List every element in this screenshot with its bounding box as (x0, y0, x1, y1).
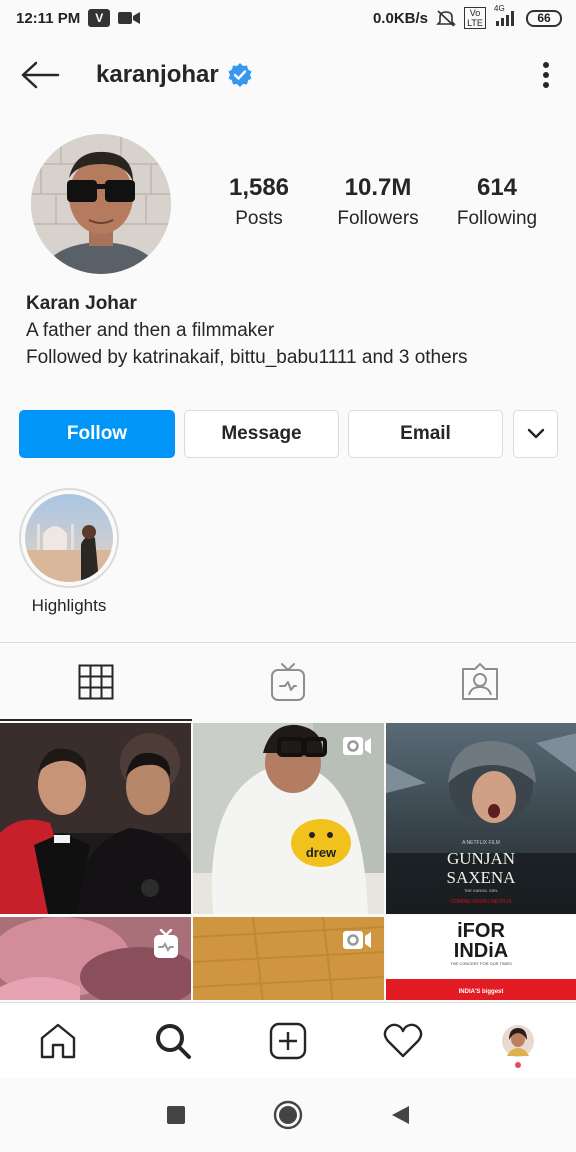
more-options-button[interactable] (534, 55, 558, 95)
poster-title-line-2: SAXENA (447, 868, 517, 887)
posts-count: 1,586 (228, 174, 290, 201)
profile-actions: Follow Message Email (19, 410, 559, 458)
poster-title-line-1: iFOR (457, 920, 505, 942)
heart-icon (383, 1023, 423, 1057)
suggested-accounts-button[interactable] (513, 410, 558, 458)
igtv-icon (271, 663, 305, 701)
chevron-down-icon (527, 428, 544, 439)
mute-icon (436, 9, 456, 27)
posts-label: Posts (235, 208, 283, 229)
battery-icon: 66 (526, 9, 562, 27)
nav-search[interactable] (115, 1003, 230, 1078)
status-left: 12:11 PM V (16, 9, 141, 27)
verified-icon (227, 62, 253, 88)
followers-stat[interactable]: 10.7M Followers (318, 174, 438, 230)
recents-icon (167, 1106, 185, 1124)
follow-button[interactable]: Follow (19, 410, 175, 458)
nav-home[interactable] (0, 1003, 115, 1078)
followed-by-users: katrinakaif, bittu_babu1111 (132, 347, 357, 368)
back-button-system[interactable] (376, 1091, 424, 1139)
recents-button[interactable] (152, 1091, 200, 1139)
post-tile[interactable]: A NETFLIX FILM GUNJAN SAXENA THE KARGIL … (386, 723, 576, 914)
header-username: karanjohar (96, 61, 219, 88)
story-highlight[interactable]: Highlights (19, 488, 119, 616)
followed-by-suffix: and 3 others (356, 347, 468, 368)
poster-footer: COMING SOON | NETFLIX (450, 899, 512, 905)
app-badge-icon: V (88, 9, 111, 27)
signal-icon: 4G (494, 4, 518, 26)
video-icon (342, 929, 372, 951)
following-stat[interactable]: 614 Following (437, 174, 557, 230)
bottom-navigation (0, 1002, 576, 1078)
search-icon (155, 1023, 191, 1059)
email-button[interactable]: Email (348, 410, 503, 458)
nav-profile[interactable] (461, 1003, 576, 1078)
status-time: 12:11 PM (16, 9, 81, 27)
status-right: 0.0KB/s Vo LTE 4G 66 (372, 4, 562, 29)
profile-avatar-icon (502, 1024, 535, 1057)
profile-header: karanjohar (0, 36, 576, 114)
followers-label: Followers (337, 208, 419, 229)
notification-dot (515, 1062, 522, 1068)
highlight-label: Highlights (31, 596, 107, 615)
followed-by-prefix: Followed by (26, 347, 133, 368)
nav-activity[interactable] (346, 1003, 461, 1078)
tagged-icon (462, 663, 498, 700)
profile-avatar[interactable] (31, 134, 171, 274)
volte-label: Vo LTE (464, 7, 486, 29)
poster-subtitle: THE KARGIL GIRL (464, 888, 499, 893)
following-label: Following (456, 208, 538, 229)
nav-new-post[interactable] (230, 1003, 345, 1078)
video-icon (118, 11, 141, 25)
network-speed: 0.0KB/s (372, 9, 428, 27)
highlight-cover-image (25, 494, 113, 582)
back-triangle-icon (392, 1106, 409, 1124)
poster-title-line-2: INDiA (454, 940, 508, 962)
back-button[interactable] (18, 53, 62, 97)
home-circle-icon (273, 1100, 303, 1130)
android-navigation-bar (0, 1078, 576, 1152)
profile-summary: 1,586 Posts 10.7M Followers 614 Followin… (0, 132, 576, 274)
post-tile[interactable]: drew (193, 723, 384, 914)
tab-tagged[interactable] (384, 643, 576, 721)
more-vertical-icon (543, 62, 549, 88)
network-type: 4G (494, 4, 505, 13)
post-tile[interactable] (0, 917, 191, 1000)
followed-by-text[interactable]: Followed by katrinakaif, bittu_babu1111 … (26, 344, 556, 371)
post-tile[interactable] (0, 723, 191, 914)
poster-footer: INDIA'S biggest (459, 989, 504, 995)
bio-description: A father and then a filmmaker (26, 320, 275, 341)
message-button[interactable]: Message (184, 410, 339, 458)
posts-stat[interactable]: 1,586 Posts (199, 174, 319, 230)
followers-count: 10.7M (344, 174, 412, 201)
bio-name: Karan Johar (26, 293, 137, 314)
following-count: 614 (476, 174, 518, 201)
poster-title-line-1: GUNJAN (447, 849, 515, 868)
post-tile[interactable] (193, 917, 384, 1000)
profile-tabs (0, 643, 576, 721)
video-icon (342, 735, 372, 757)
posts-grid: drew A NETFLIX FILM GUNJAN SAXENA THE KA… (0, 723, 576, 1000)
igtv-icon (153, 929, 179, 959)
tab-igtv[interactable] (192, 643, 384, 721)
post-tile[interactable]: iFOR INDiA THE CONCERT FOR OUR TIMES IND… (386, 917, 576, 1000)
add-icon (269, 1022, 307, 1059)
tab-posts[interactable] (0, 643, 192, 721)
poster-tag: A NETFLIX FILM (462, 840, 500, 846)
back-arrow-icon (21, 61, 60, 89)
grid-icon (78, 664, 114, 700)
mug-text: drew (306, 845, 337, 860)
poster-subtitle: THE CONCERT FOR OUR TIMES (450, 961, 512, 966)
bio-section: Karan Johar A father and then a filmmake… (26, 290, 556, 371)
highlight-ring (19, 488, 119, 588)
home-icon (40, 1023, 75, 1058)
home-button[interactable] (264, 1091, 312, 1139)
status-bar: 12:11 PM V 0.0KB/s Vo LTE 4G 66 (0, 0, 576, 36)
